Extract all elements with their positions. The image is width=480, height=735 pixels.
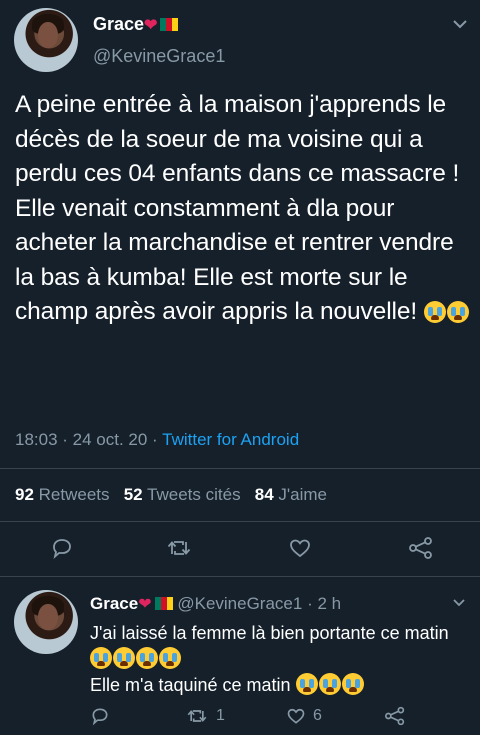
- loudly-crying-face-emoji: [90, 647, 112, 669]
- reply-line-1: J'ai laissé la femme là bien portante ce…: [90, 620, 470, 672]
- loudly-crying-face-emoji: [341, 673, 364, 695]
- loudly-crying-face-emoji: [446, 301, 469, 323]
- tweet-date: 24 oct. 20: [72, 430, 148, 449]
- reply-text: J'ai laissé la femme là bien portante ce…: [90, 620, 470, 698]
- author-avatar[interactable]: [14, 8, 78, 72]
- red-heart-emoji: ❤: [144, 17, 158, 34]
- tweet-text: A peine entrée à la maison j'apprends le…: [15, 88, 470, 330]
- retweet-icon[interactable]: [166, 536, 192, 560]
- tweet-stats: 92 Retweets 52 Tweets cités 84 J'aime: [15, 485, 327, 505]
- tweet-meta: 18:03 · 24 oct. 20 · Twitter for Android: [15, 430, 300, 449]
- retweet-icon[interactable]: [186, 706, 208, 726]
- chevron-down-icon[interactable]: [452, 18, 468, 30]
- likes-stat[interactable]: 84 J'aime: [255, 485, 327, 504]
- chevron-down-icon[interactable]: [452, 598, 466, 608]
- reply-author-name: Grace: [90, 594, 139, 613]
- reply-icon[interactable]: [90, 706, 110, 726]
- reply-author-handle: @KevineGrace1: [177, 594, 303, 613]
- heart-icon[interactable]: [288, 536, 312, 560]
- divider: [0, 576, 480, 577]
- quotes-stat[interactable]: 52 Tweets cités: [124, 485, 241, 504]
- share-icon[interactable]: [384, 706, 406, 726]
- author-handle[interactable]: @KevineGrace1: [93, 46, 225, 67]
- heart-icon[interactable]: [286, 706, 306, 726]
- loudly-crying-face-emoji: [295, 673, 318, 695]
- reply-age: 2 h: [317, 594, 342, 613]
- loudly-crying-face-emoji: [159, 647, 181, 669]
- red-heart-emoji: ❤: [138, 596, 152, 613]
- reply-like-count: 6: [313, 707, 322, 724]
- share-icon[interactable]: [408, 536, 434, 560]
- author-name: Grace: [93, 14, 145, 34]
- tweet-source[interactable]: Twitter for Android: [162, 430, 299, 449]
- tweet-time: 18:03: [15, 430, 58, 449]
- loudly-crying-face-emoji: [318, 673, 341, 695]
- divider: [0, 521, 480, 522]
- loudly-crying-face-emoji: [136, 647, 158, 669]
- cameroon-flag-emoji: [160, 15, 179, 31]
- cameroon-flag-emoji: [154, 595, 173, 610]
- reply-author-avatar[interactable]: [14, 590, 78, 654]
- reply-retweet-count: 1: [216, 707, 225, 724]
- divider: [0, 468, 480, 469]
- reply-header[interactable]: Grace❤ @KevineGrace1 · 2 h: [90, 594, 341, 614]
- loudly-crying-face-emoji: [113, 647, 135, 669]
- author-name-row[interactable]: Grace❤: [93, 14, 179, 35]
- reply-line-2: Elle m'a taquiné ce matin: [90, 672, 470, 698]
- loudly-crying-face-emoji: [423, 301, 446, 323]
- reply-icon[interactable]: [50, 536, 74, 560]
- retweets-stat[interactable]: 92 Retweets: [15, 485, 110, 504]
